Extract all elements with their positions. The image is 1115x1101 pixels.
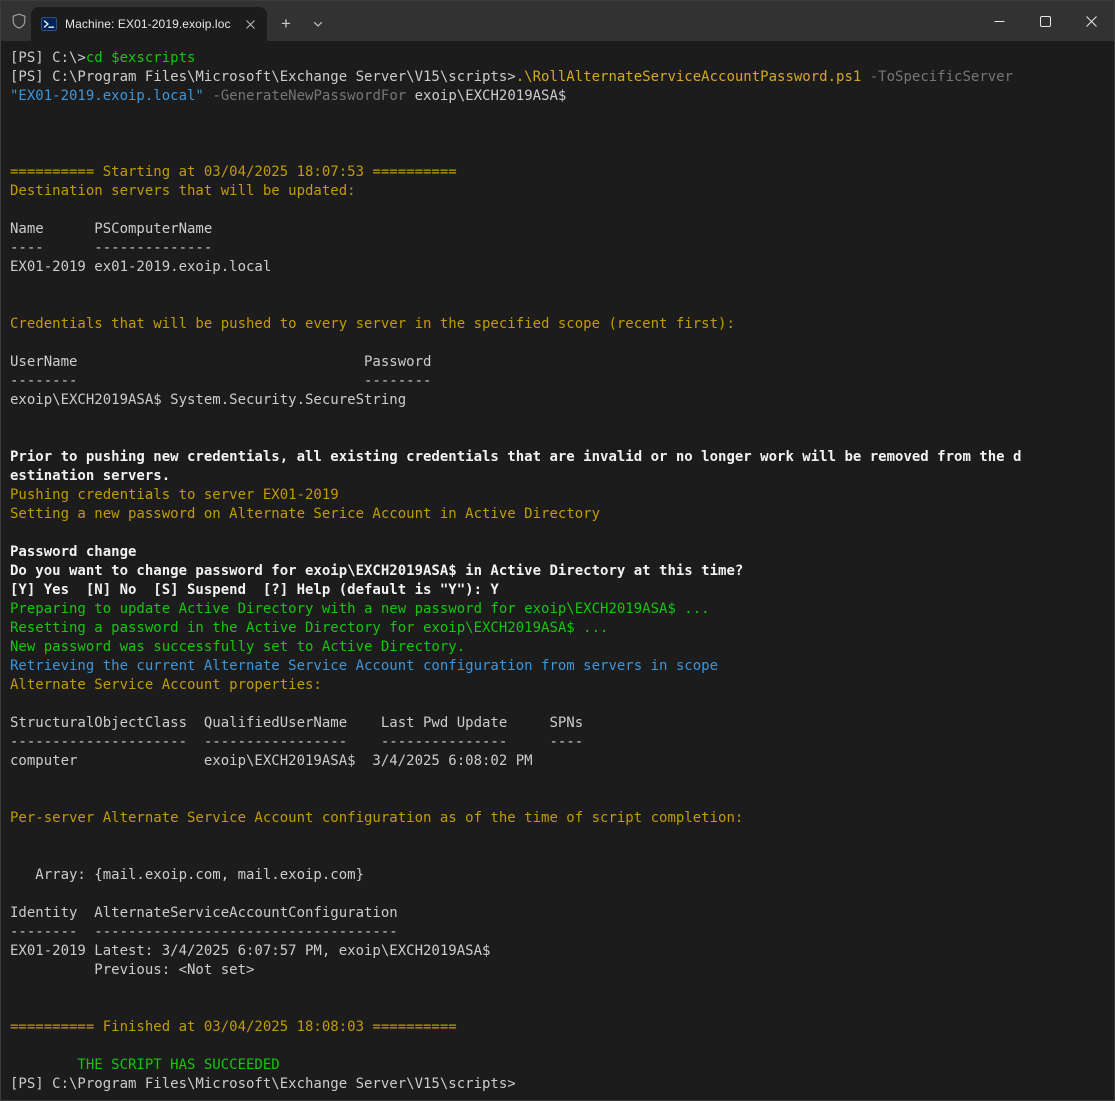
powershell-icon: [41, 16, 57, 32]
terminal-line: --------------------- ----------------- …: [10, 733, 1114, 752]
terminal-line: [10, 885, 1114, 904]
terminal-line: Do you want to change password for exoip…: [10, 562, 1114, 581]
terminal-line: Previous: <Not set>: [10, 961, 1114, 980]
maximize-icon: [1040, 16, 1051, 27]
tab-dropdown-button[interactable]: [303, 7, 333, 41]
terminal-line: [10, 999, 1114, 1018]
terminal-line: [10, 277, 1114, 296]
terminal-line: computer exoip\EXCH2019ASA$ 3/4/2025 6:0…: [10, 752, 1114, 771]
terminal-line: ========== Finished at 03/04/2025 18:08:…: [10, 1018, 1114, 1037]
terminal-line: [PS] C:\Program Files\Microsoft\Exchange…: [10, 68, 1114, 87]
terminal-line: [10, 695, 1114, 714]
terminal-line: [10, 1037, 1114, 1056]
terminal-line: [10, 429, 1114, 448]
terminal-line: [Y] Yes [N] No [S] Suspend [?] Help (def…: [10, 581, 1114, 600]
close-button[interactable]: [1068, 1, 1114, 41]
terminal-line: [10, 106, 1114, 125]
terminal-output[interactable]: [PS] C:\>cd $exscripts[PS] C:\Program Fi…: [1, 41, 1114, 1100]
maximize-button[interactable]: [1022, 1, 1068, 41]
terminal-line: Resetting a password in the Active Direc…: [10, 619, 1114, 638]
terminal-line: Name PSComputerName: [10, 220, 1114, 239]
terminal-line: [10, 828, 1114, 847]
terminal-line: Retrieving the current Alternate Service…: [10, 657, 1114, 676]
terminal-line: [10, 771, 1114, 790]
terminal-line: Destination servers that will be updated…: [10, 182, 1114, 201]
terminal-line: [10, 334, 1114, 353]
terminal-window: Machine: EX01-2019.exoip.loc +: [0, 0, 1115, 1101]
terminal-line: [10, 410, 1114, 429]
terminal-line: [PS] C:\>cd $exscripts: [10, 49, 1114, 68]
terminal-line: Setting a new password on Alternate Seri…: [10, 505, 1114, 524]
terminal-line: [10, 125, 1114, 144]
terminal-line: exoip\EXCH2019ASA$ System.Security.Secur…: [10, 391, 1114, 410]
terminal-line: Per-server Alternate Service Account con…: [10, 809, 1114, 828]
terminal-line: StructuralObjectClass QualifiedUserName …: [10, 714, 1114, 733]
terminal-line: -------- -------------------------------…: [10, 923, 1114, 942]
terminal-line: Pushing credentials to server EX01-2019: [10, 486, 1114, 505]
terminal-line: Array: {mail.exoip.com, mail.exoip.com}: [10, 866, 1114, 885]
terminal-line: [10, 524, 1114, 543]
tab-title: Machine: EX01-2019.exoip.loc: [65, 17, 231, 31]
terminal-line: Alternate Service Account properties:: [10, 676, 1114, 695]
terminal-line: THE SCRIPT HAS SUCCEEDED: [10, 1056, 1114, 1075]
terminal-line: [10, 201, 1114, 220]
title-bar[interactable]: Machine: EX01-2019.exoip.loc +: [1, 1, 1114, 41]
terminal-line: [10, 144, 1114, 163]
terminal-line: -------- --------: [10, 372, 1114, 391]
terminal-line: UserName Password: [10, 353, 1114, 372]
terminal-line: [10, 980, 1114, 999]
terminal-line: Identity AlternateServiceAccountConfigur…: [10, 904, 1114, 923]
terminal-line: Credentials that will be pushed to every…: [10, 315, 1114, 334]
terminal-line: ---- --------------: [10, 239, 1114, 258]
new-tab-button[interactable]: +: [269, 7, 303, 41]
terminal-line: Password change: [10, 543, 1114, 562]
terminal-line: estination servers.: [10, 467, 1114, 486]
admin-shield-icon: [10, 12, 28, 30]
terminal-line: [PS] C:\Program Files\Microsoft\Exchange…: [10, 1075, 1114, 1094]
terminal-line: New password was successfully set to Act…: [10, 638, 1114, 657]
minimize-icon: [994, 16, 1005, 27]
tab-machine-ex01[interactable]: Machine: EX01-2019.exoip.loc: [31, 7, 267, 41]
terminal-line: [10, 790, 1114, 809]
terminal-line: Prior to pushing new credentials, all ex…: [10, 448, 1114, 467]
terminal-line: EX01-2019 Latest: 3/4/2025 6:07:57 PM, e…: [10, 942, 1114, 961]
terminal-line: [10, 847, 1114, 866]
terminal-line: Preparing to update Active Directory wit…: [10, 600, 1114, 619]
minimize-button[interactable]: [976, 1, 1022, 41]
terminal-line: EX01-2019 ex01-2019.exoip.local: [10, 258, 1114, 277]
chevron-down-icon: [312, 18, 324, 30]
terminal-line: ========== Starting at 03/04/2025 18:07:…: [10, 163, 1114, 182]
tab-close-icon[interactable]: [239, 13, 261, 35]
terminal-line: "EX01-2019.exoip.local" -GenerateNewPass…: [10, 87, 1114, 106]
close-icon: [1086, 16, 1097, 27]
terminal-line: [10, 296, 1114, 315]
